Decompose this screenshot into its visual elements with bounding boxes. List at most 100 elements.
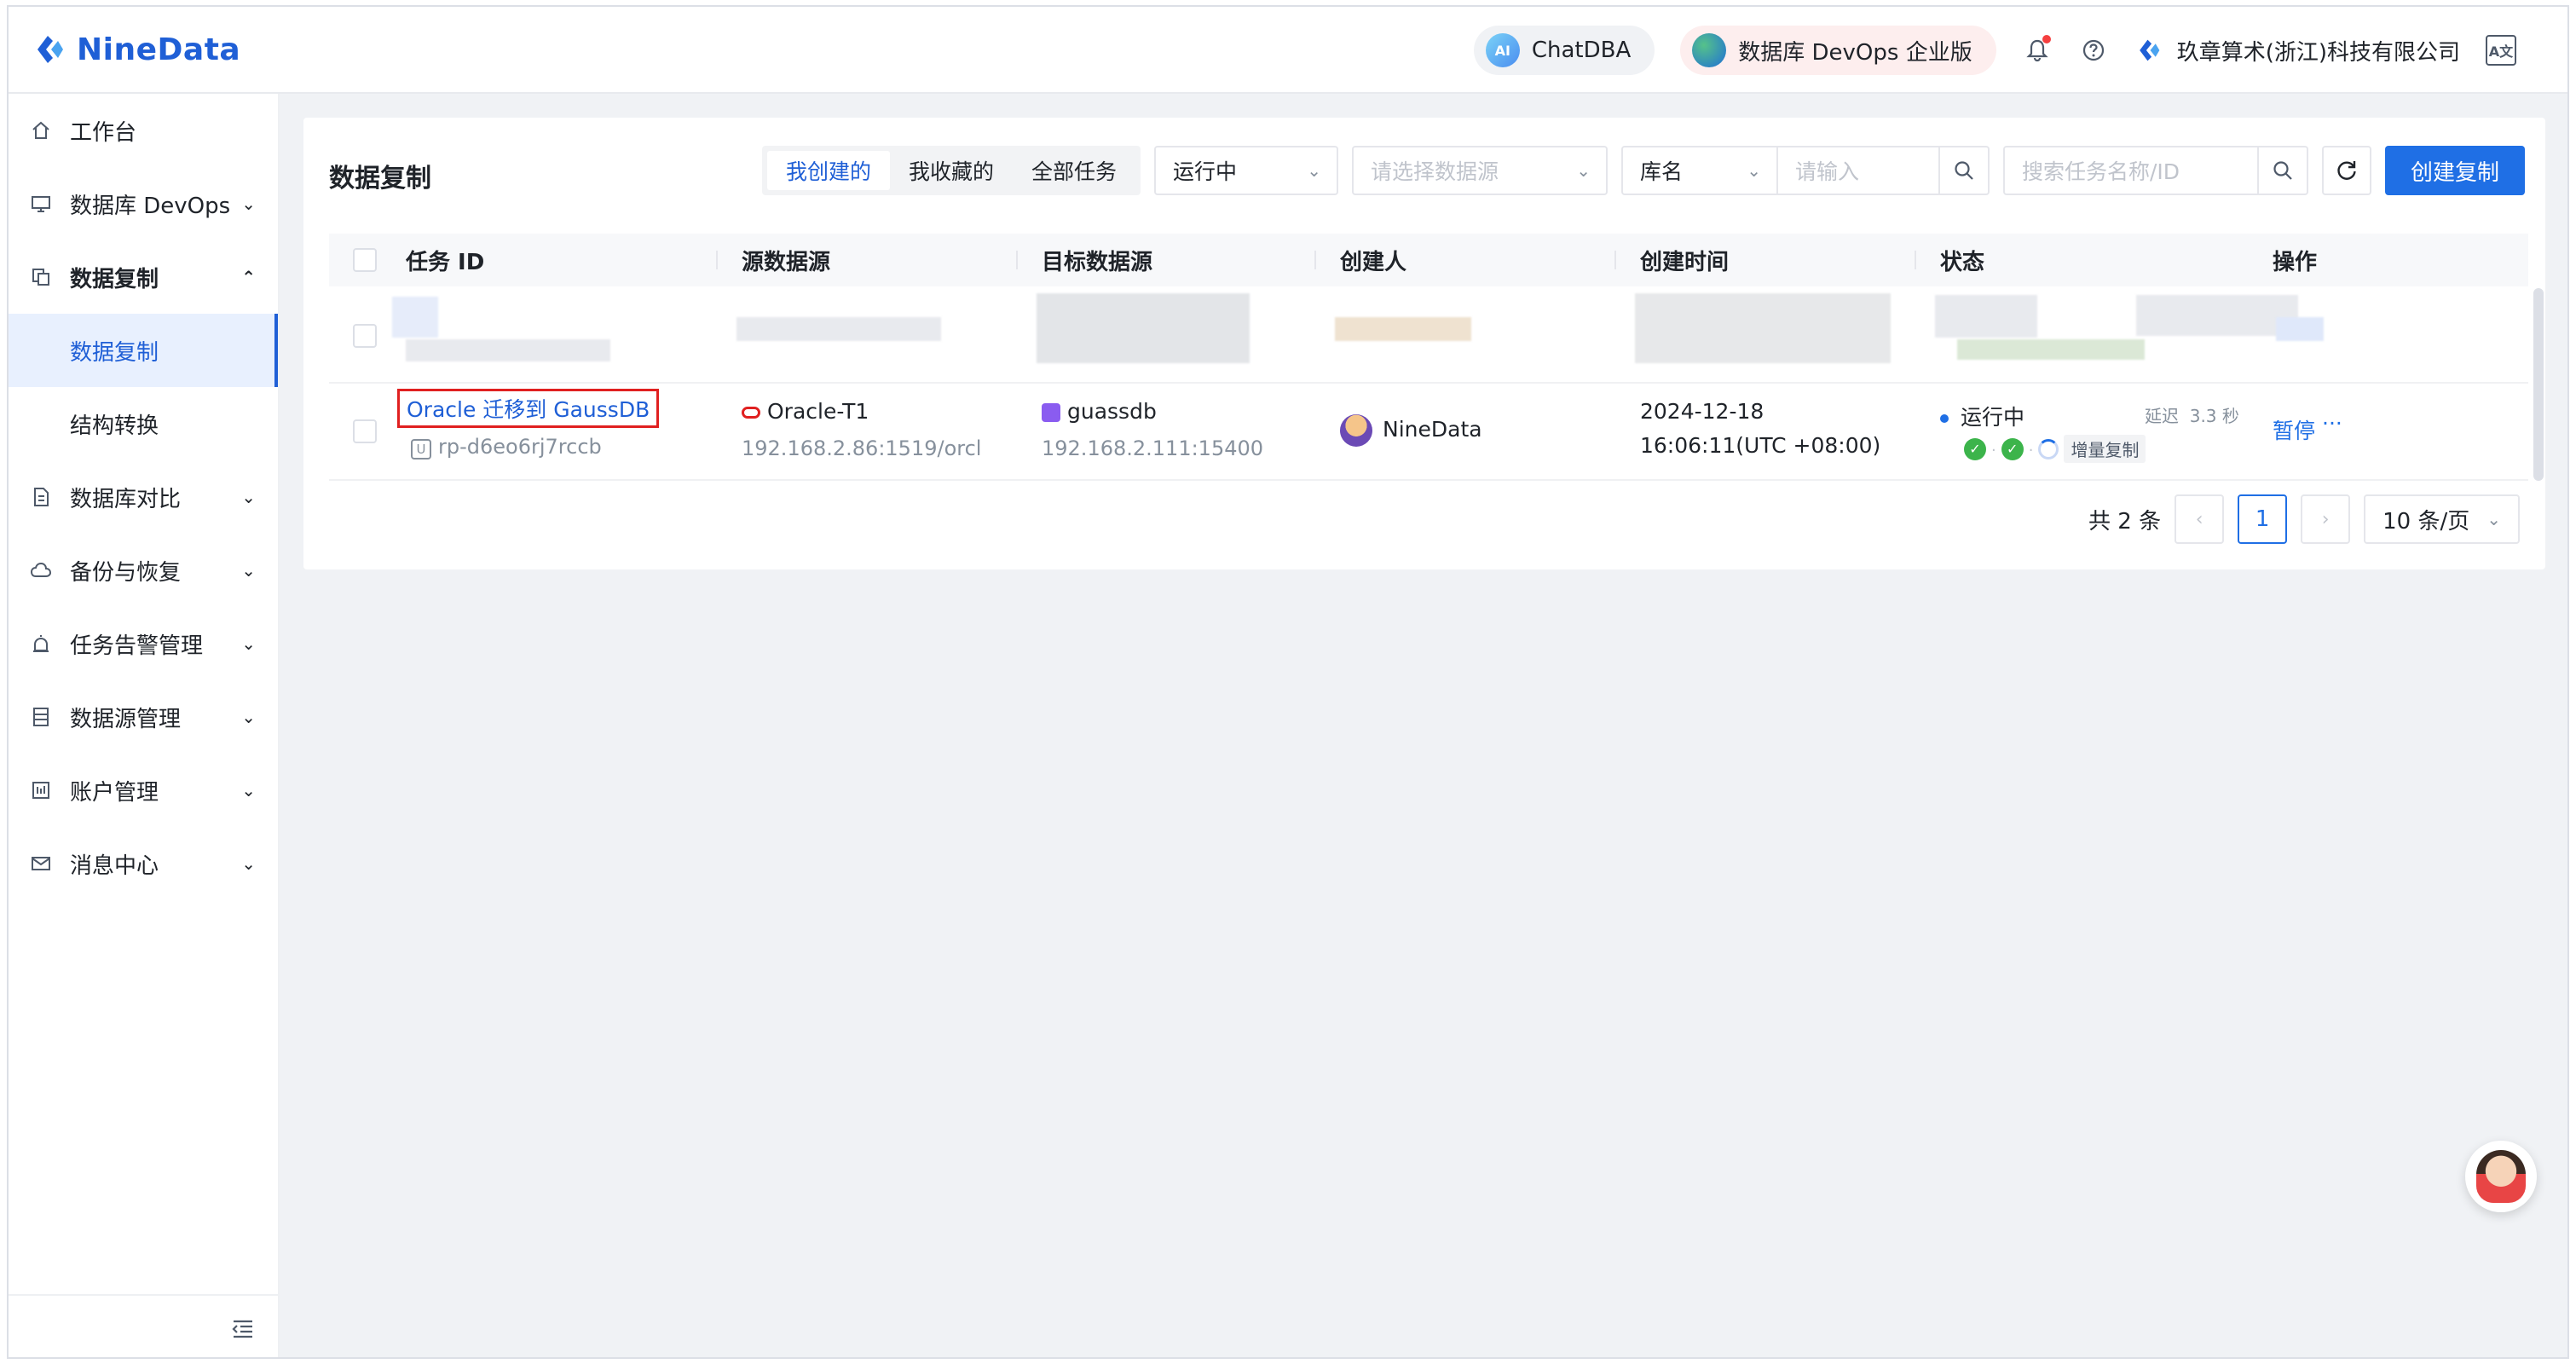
- company-logo-icon: [2139, 39, 2160, 61]
- tab-all-tasks[interactable]: 全部任务: [1013, 151, 1135, 190]
- target-datasource[interactable]: guassdb: [1042, 399, 1157, 424]
- task-table: 任务 ID 源数据源 目标数据源 创建人 创建时间 状态 操作 Oracle 迁…: [329, 234, 2528, 481]
- target-name: guassdb: [1067, 399, 1157, 424]
- sidebar-item-data-replication[interactable]: 数据复制 ⌃: [9, 240, 278, 314]
- customer-support-button[interactable]: [2465, 1141, 2537, 1212]
- sidebar-subitem-data-replication[interactable]: 数据复制: [9, 314, 278, 387]
- creator-name: NineData: [1383, 417, 1482, 442]
- task-name-link[interactable]: Oracle 迁移到 GaussDB: [397, 389, 660, 428]
- more-actions-icon[interactable]: ···: [2322, 411, 2342, 436]
- sidebar-item-label: 备份与恢复: [70, 559, 182, 586]
- sidebar-item-account[interactable]: 账户管理 ⌄: [9, 754, 278, 827]
- chevron-down-icon: ⌄: [241, 853, 256, 874]
- sidebar-item-label: 数据源管理: [70, 706, 182, 732]
- source-datasource[interactable]: Oracle-T1: [742, 399, 869, 424]
- next-page-icon[interactable]: ›: [2301, 494, 2351, 544]
- redacted-block: [1037, 293, 1250, 363]
- pause-button[interactable]: 暂停: [2273, 414, 2315, 445]
- tab-my-favorites[interactable]: 我收藏的: [890, 151, 1013, 190]
- app-window: NineData AI ChatDBA 数据库 DevOps 企业版 玖章算术(…: [7, 5, 2569, 1359]
- sidebar-item-backup-restore[interactable]: 备份与恢复 ⌄: [9, 534, 278, 607]
- db-name-filter: 库名 ⌄ 请输入: [1620, 146, 1990, 195]
- datasource-icon: [29, 705, 53, 729]
- sidebar-item-datasource[interactable]: 数据源管理 ⌄: [9, 680, 278, 754]
- create-replication-button[interactable]: 创建复制: [2384, 146, 2525, 195]
- db-name-input[interactable]: 请输入: [1777, 146, 1940, 195]
- table-scrollbar[interactable]: [2533, 288, 2544, 481]
- help-icon[interactable]: [2078, 35, 2109, 66]
- search-icon[interactable]: [1939, 146, 1990, 195]
- chevron-down-icon: ⌄: [1307, 160, 1321, 181]
- status-dot: [1940, 414, 1949, 423]
- avatar: [1340, 414, 1372, 447]
- created-time: 16:06:11(UTC +08:00): [1640, 433, 1881, 458]
- refresh-icon[interactable]: [2321, 146, 2371, 195]
- loading-spinner-icon: [2038, 438, 2059, 459]
- column-divider: [1614, 251, 1616, 269]
- delay-label: 延迟: [2145, 406, 2179, 426]
- compare-icon: [29, 485, 53, 509]
- prev-page-icon[interactable]: ‹: [2175, 494, 2225, 544]
- sidebar-item-task-alert[interactable]: 任务告警管理 ⌄: [9, 607, 278, 680]
- column-header-created-time: 创建时间: [1640, 249, 1730, 275]
- language-switch-icon[interactable]: A文: [2486, 35, 2516, 66]
- creator: NineData: [1340, 414, 1482, 447]
- chevron-down-icon: ⌄: [1747, 160, 1761, 181]
- status-text: 运行中: [1961, 405, 2025, 430]
- table-row[interactable]: Oracle 迁移到 GaussDB Urp-d6eo6rj7rccb Orac…: [329, 384, 2528, 481]
- sidebar-item-label: 消息中心: [70, 852, 159, 879]
- mail-icon: [29, 852, 53, 876]
- replication-phases: ✓ · ✓ · 增量复制: [1964, 435, 2146, 463]
- collapse-sidebar-icon[interactable]: [230, 1318, 256, 1340]
- sidebar-item-label: 工作台: [70, 119, 137, 146]
- row-checkbox[interactable]: [353, 419, 377, 443]
- redacted-block: [736, 317, 941, 341]
- notification-bell-icon[interactable]: [2022, 35, 2053, 66]
- redacted-block: [2276, 317, 2324, 341]
- account-icon: [29, 778, 53, 802]
- db-name-select[interactable]: 库名 ⌄: [1620, 146, 1778, 195]
- datasource-select[interactable]: 请选择数据源 ⌄: [1351, 146, 1608, 195]
- sidebar-item-messages[interactable]: 消息中心 ⌄: [9, 827, 278, 900]
- task-search-input[interactable]: 搜索任务名称/ID: [2002, 146, 2259, 195]
- sidebar-item-db-compare[interactable]: 数据库对比 ⌄: [9, 460, 278, 534]
- sidebar-item-devops[interactable]: 数据库 DevOps ⌄: [9, 167, 278, 240]
- tab-my-created[interactable]: 我创建的: [766, 151, 890, 190]
- column-divider: [716, 251, 718, 269]
- sidebar-item-workbench[interactable]: 工作台: [9, 94, 278, 167]
- sidebar-subitem-schema-conversion[interactable]: 结构转换: [9, 387, 278, 460]
- sidebar-item-label: 账户管理: [70, 779, 159, 806]
- redacted-block: [392, 297, 438, 338]
- column-divider: [1915, 251, 1916, 269]
- status-select-value: 运行中: [1172, 159, 1237, 184]
- status-select[interactable]: 运行中 ⌄: [1153, 146, 1338, 195]
- company-switcher[interactable]: 玖章算术(浙江)科技有限公司: [2134, 35, 2460, 66]
- chatdba-button[interactable]: AI ChatDBA: [1473, 26, 1655, 75]
- source-address: 192.168.2.86:1519/orcl: [742, 436, 982, 460]
- logo[interactable]: NineData: [31, 31, 240, 68]
- column-header-source: 源数据源: [742, 249, 831, 275]
- chevron-down-icon: ⌄: [2486, 509, 2501, 529]
- oracle-icon: [742, 407, 760, 419]
- column-header-target: 目标数据源: [1042, 249, 1153, 275]
- redacted-block: [1957, 339, 2145, 360]
- home-icon: [29, 118, 53, 142]
- table-row-redacted[interactable]: [329, 286, 2528, 384]
- page-size-select[interactable]: 10 条/页 ⌄: [2364, 494, 2520, 544]
- sidebar-divider: [9, 1294, 278, 1296]
- select-all-checkbox[interactable]: [353, 234, 377, 286]
- redacted-block: [2136, 295, 2298, 336]
- phase-tag: 增量复制: [2064, 435, 2146, 463]
- column-divider: [1016, 251, 1018, 269]
- table-header: 任务 ID 源数据源 目标数据源 创建人 创建时间 状态 操作: [329, 234, 2528, 286]
- devops-edition-button[interactable]: 数据库 DevOps 企业版: [1680, 26, 1996, 75]
- column-divider: [1314, 251, 1316, 269]
- gaussdb-icon: [1042, 403, 1060, 422]
- page-number-button[interactable]: 1: [2238, 494, 2288, 544]
- ai-icon: AI: [1485, 33, 1520, 67]
- created-date: 2024-12-18: [1640, 399, 1765, 424]
- row-checkbox[interactable]: [353, 324, 377, 348]
- company-name: 玖章算术(浙江)科技有限公司: [2176, 39, 2460, 66]
- column-header-task-id: 任务 ID: [406, 249, 485, 275]
- search-icon[interactable]: [2258, 146, 2308, 195]
